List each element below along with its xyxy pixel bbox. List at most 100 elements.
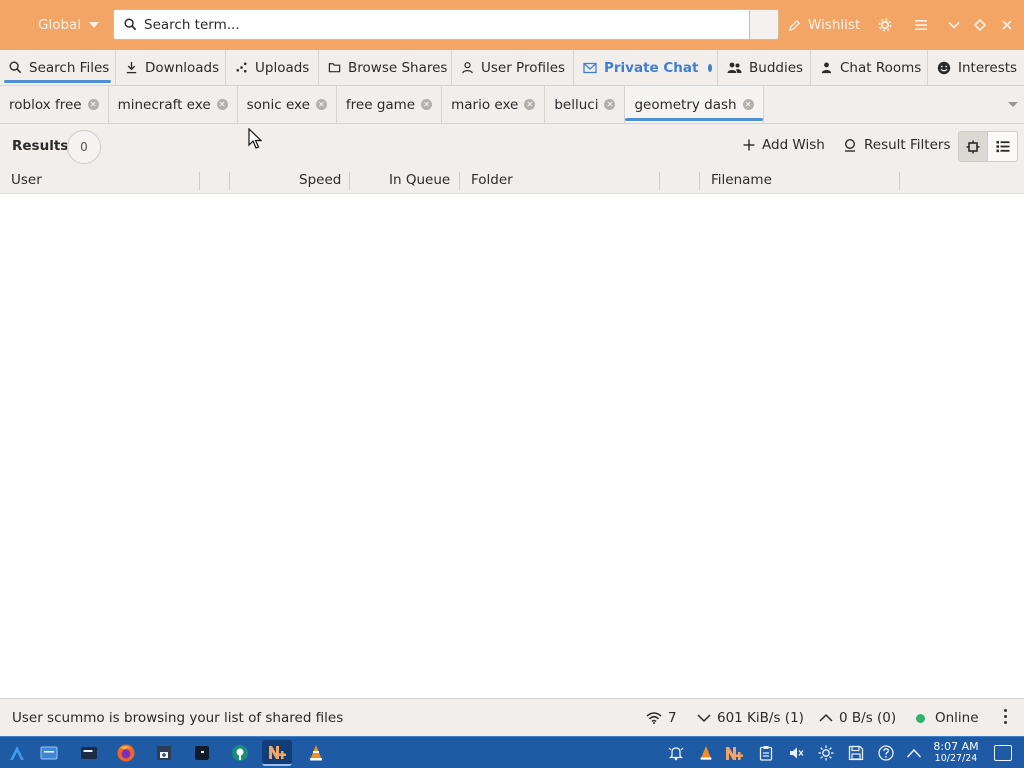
tray-nicotine[interactable] xyxy=(724,743,744,763)
tab-label: Interests xyxy=(958,59,1018,76)
taskbar-app-firefox[interactable] xyxy=(111,740,141,766)
clock-date: 10/27/24 xyxy=(934,753,978,764)
add-wish-label: Add Wish xyxy=(762,137,825,153)
search-tab-active[interactable]: geometry dash ✕ xyxy=(625,86,764,123)
search-tab[interactable]: free game ✕ xyxy=(337,86,443,123)
close-tab-icon[interactable]: ✕ xyxy=(87,99,99,110)
more-options-icon[interactable] xyxy=(1004,709,1008,727)
smiley-icon xyxy=(937,61,951,75)
pen-icon xyxy=(788,19,801,31)
taskbar-app-files[interactable] xyxy=(149,740,179,766)
tab-uploads[interactable]: Uploads xyxy=(226,50,319,85)
brightness-icon xyxy=(818,745,834,761)
search-tab[interactable]: roblox free ✕ xyxy=(0,86,109,123)
maximize-button[interactable] xyxy=(974,14,986,36)
column-separator xyxy=(199,172,200,190)
mouse-cursor-icon xyxy=(248,128,262,149)
gear-icon xyxy=(878,18,892,32)
download-icon xyxy=(125,61,138,74)
online-status-label: Online xyxy=(935,710,979,726)
list-view-button[interactable] xyxy=(988,132,1017,161)
search-tab[interactable]: belluci ✕ xyxy=(545,86,626,123)
tab-buddies[interactable]: Buddies xyxy=(718,50,811,85)
result-filters-label: Result Filters xyxy=(864,137,951,153)
tray-clipboard[interactable] xyxy=(756,743,776,763)
results-list[interactable] xyxy=(0,128,1024,698)
bell-icon xyxy=(668,747,684,761)
tab-private-chat[interactable]: Private Chat xyxy=(574,50,718,85)
tray-help[interactable] xyxy=(876,743,896,763)
close-tab-icon[interactable]: ✕ xyxy=(421,99,433,110)
column-speed[interactable]: Speed xyxy=(299,172,341,190)
result-filters-button[interactable]: Result Filters xyxy=(843,137,950,153)
column-in-queue[interactable]: In Queue xyxy=(389,172,450,190)
tab-browse-shares[interactable]: Browse Shares xyxy=(319,50,452,85)
column-user[interactable]: User xyxy=(11,172,42,190)
online-status-button[interactable]: Online xyxy=(916,710,979,726)
close-tab-icon[interactable]: ✕ xyxy=(742,99,754,110)
search-tab[interactable]: sonic exe ✕ xyxy=(238,86,337,123)
close-window-button[interactable] xyxy=(1001,14,1013,36)
tab-downloads[interactable]: Downloads xyxy=(116,50,226,85)
taskbar-app-network[interactable] xyxy=(225,740,255,766)
tab-search-files[interactable]: Search Files xyxy=(0,50,116,85)
tray-notifications[interactable] xyxy=(666,743,686,763)
upload-speed-indicator[interactable]: 0 B/s (0) xyxy=(819,710,896,726)
diamond-icon xyxy=(974,19,986,31)
search-tab-label: minecraft exe xyxy=(117,96,211,113)
taskbar-app-console[interactable] xyxy=(187,740,217,766)
network-app-icon xyxy=(232,745,248,761)
add-wish-button[interactable]: Add Wish xyxy=(743,137,825,153)
search-tab[interactable]: mario exe ✕ xyxy=(442,86,546,123)
folder-icon xyxy=(328,61,341,74)
column-filename[interactable]: Filename xyxy=(711,172,772,190)
tab-interests[interactable]: Interests xyxy=(928,50,1024,85)
hamburger-menu-icon xyxy=(915,20,927,30)
close-tab-icon[interactable]: ✕ xyxy=(315,99,327,110)
tray-brightness[interactable] xyxy=(816,743,836,763)
tray-vlc[interactable] xyxy=(696,743,716,763)
tab-chat-rooms[interactable]: Chat Rooms xyxy=(811,50,928,85)
tab-user-profiles[interactable]: User Profiles xyxy=(452,50,574,85)
search-box[interactable] xyxy=(113,9,750,40)
search-tab-label: roblox free xyxy=(9,96,82,113)
search-tab-label: mario exe xyxy=(451,96,519,113)
taskbar-app-terminal[interactable] xyxy=(74,740,104,766)
tray-volume[interactable] xyxy=(786,743,806,763)
start-menu-button[interactable] xyxy=(2,740,32,766)
show-desktop-button[interactable] xyxy=(994,745,1012,761)
connections-indicator[interactable]: 7 xyxy=(646,710,677,726)
taskbar-clock[interactable]: 8:07 AM 10/27/24 xyxy=(928,741,984,765)
search-scope-dropdown[interactable]: Global xyxy=(38,17,104,33)
filter-search-icon xyxy=(844,138,856,152)
chat-rooms-icon xyxy=(820,61,833,74)
search-input[interactable] xyxy=(144,16,724,33)
taskbar-app-desktop[interactable] xyxy=(34,740,64,766)
minimize-button[interactable] xyxy=(948,14,960,36)
download-speed-indicator[interactable]: 601 KiB/s (1) xyxy=(697,710,804,726)
tab-label: Chat Rooms xyxy=(840,59,922,76)
taskbar-app-vlc[interactable] xyxy=(301,740,331,766)
main-menu-button[interactable] xyxy=(914,14,928,36)
search-tab-label: sonic exe xyxy=(246,96,310,113)
taskbar-app-nicotine[interactable] xyxy=(262,740,292,766)
grouped-view-button[interactable] xyxy=(959,132,989,161)
close-tab-icon[interactable]: ✕ xyxy=(604,99,616,110)
tray-storage[interactable] xyxy=(846,743,866,763)
tray-expand[interactable] xyxy=(904,743,924,763)
search-tab[interactable]: minecraft exe ✕ xyxy=(109,86,238,123)
vlc-icon xyxy=(310,745,322,761)
results-toolbar: Results 0 Add Wish Result Filters xyxy=(0,124,1024,168)
search-tab-label: belluci xyxy=(554,96,599,113)
close-icon xyxy=(1002,20,1012,30)
close-tab-icon[interactable]: ✕ xyxy=(524,99,536,110)
wishlist-button[interactable]: Wishlist xyxy=(788,14,860,36)
settings-button[interactable] xyxy=(878,14,892,36)
column-separator xyxy=(699,172,700,190)
search-history-dropdown-button[interactable] xyxy=(750,9,779,40)
column-separator xyxy=(349,172,350,190)
clock-time: 8:07 AM xyxy=(933,740,979,753)
tab-list-dropdown-icon[interactable] xyxy=(1008,102,1018,107)
close-tab-icon[interactable]: ✕ xyxy=(216,99,228,110)
column-folder[interactable]: Folder xyxy=(471,172,513,190)
